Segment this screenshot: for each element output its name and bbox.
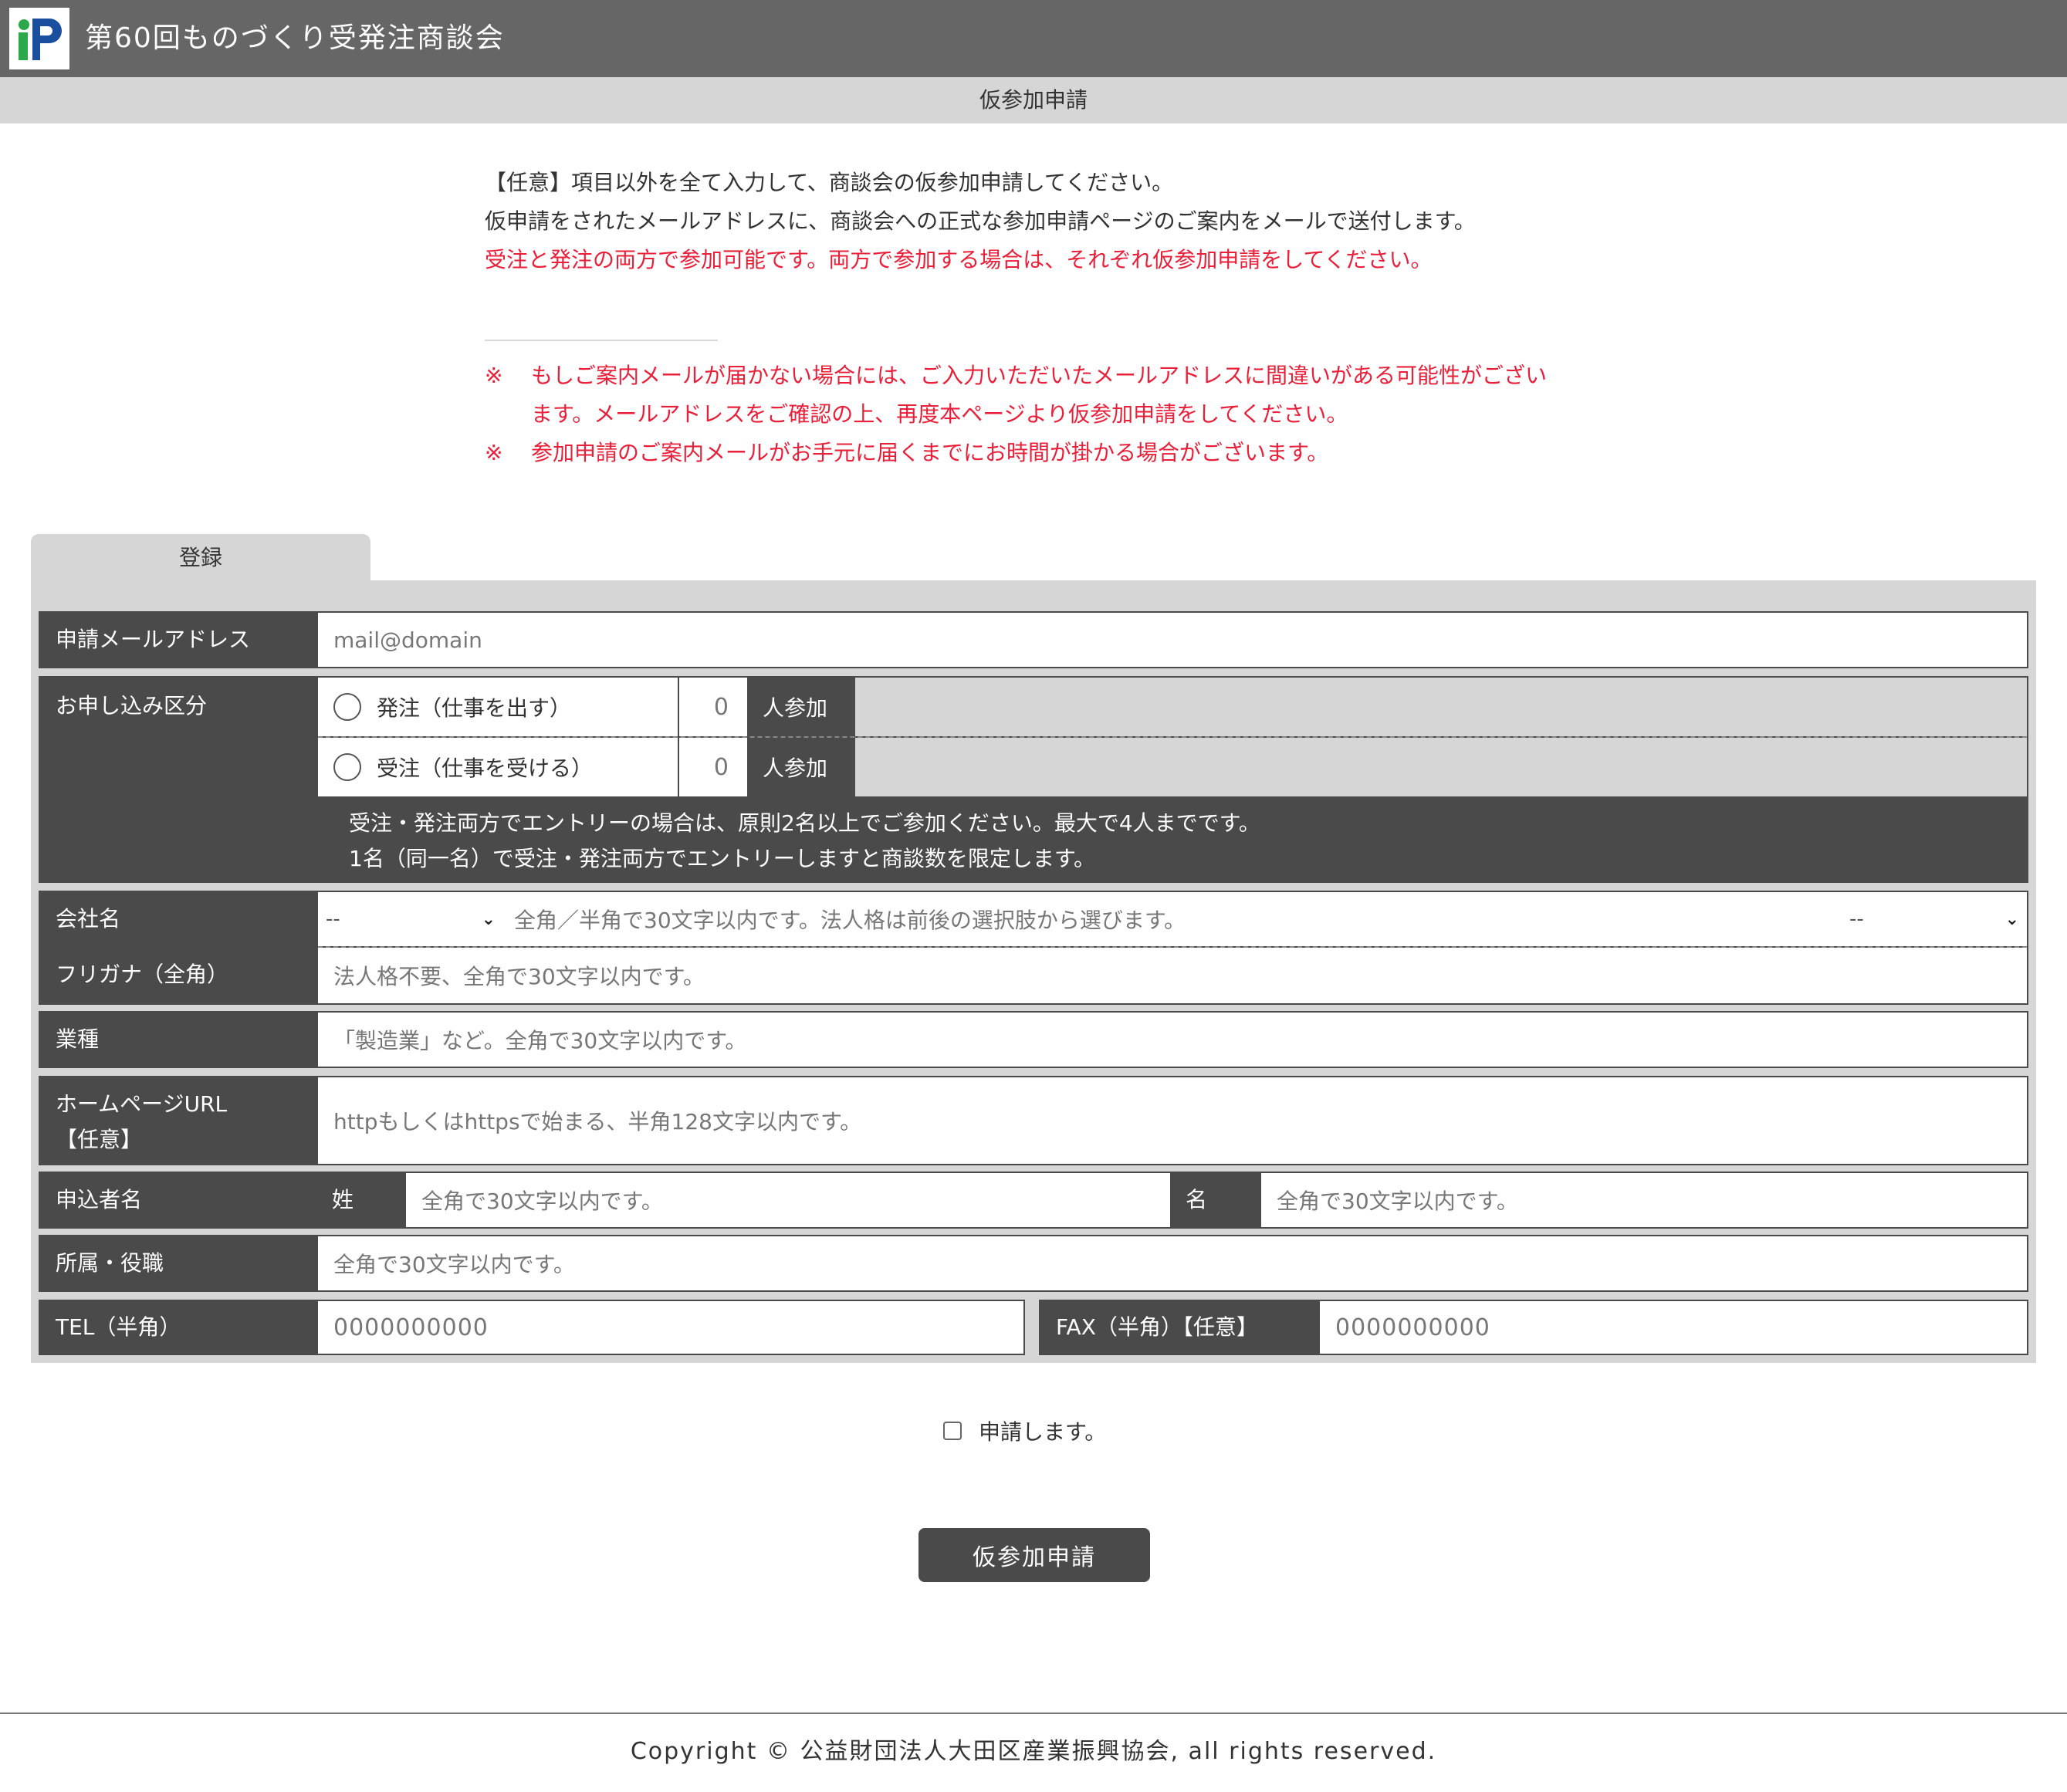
furigana-label: フリガナ（全角） (56, 962, 229, 987)
page-title-bar: 仮参加申請 (0, 77, 2067, 123)
chevron-down-icon: ⌄ (481, 909, 496, 929)
company-name-input[interactable]: 全角／半角で30文字以内です。法人格は前後の選択肢から選びます。 (514, 904, 1842, 935)
department-input[interactable]: 全角で30文字以内です。 (318, 1236, 2027, 1290)
tel-row: TEL（半角） 0000000000 (39, 1300, 1025, 1355)
note-1: ※ もしご案内メールが届かない場合には、ご入力いただいたメールアドレスに間違いが… (485, 357, 1596, 395)
department-row: 所属・役職 全角で30文字以内です。 (39, 1235, 2028, 1292)
note-1-line-2: ます。メールアドレスをご確認の上、再度本ページより仮参加申請をしてください。 (531, 401, 1348, 427)
homepage-input[interactable]: httpもしくはhttpsで始まる、半角128文字以内です。 (318, 1077, 2027, 1164)
page-title: 仮参加申請 (979, 87, 1088, 113)
industry-row: 業種 「製造業」など。全角で30文字以内です。 (39, 1011, 2028, 1068)
note-2-text: 参加申請のご案内メールがお手元に届くまでにお時間が掛かる場合がございます。 (531, 440, 1329, 465)
corp-prefix-select[interactable]: -- ⌄ (318, 894, 503, 945)
order-option-label: 発注（仕事を出す） (377, 695, 572, 721)
corp-suffix-select[interactable]: -- ⌄ (1842, 894, 2027, 945)
company-row: 会社名 フリガナ（全角） -- ⌄ 全角／半角で30文字以内です。法人格は前後の… (39, 891, 2028, 1005)
footer-divider (0, 1713, 2067, 1714)
last-name-input[interactable]: 全角で30文字以内です。 (406, 1173, 1170, 1227)
chevron-down-icon: ⌄ (2004, 909, 2019, 929)
footer-copyright: Copyright © 公益財団法人大田区産業振興協会, all rights … (630, 1738, 1437, 1765)
agree-line: 申請します。 (943, 1415, 1106, 1446)
order-count-suffix: 人参加 (747, 678, 855, 736)
homepage-label-line-2: 【任意】 (56, 1127, 143, 1152)
site-title: 第60回ものづくり受発注商談会 (85, 22, 505, 54)
department-label: 所属・役職 (56, 1250, 164, 1276)
homepage-label-line-1: ホームページURL (56, 1091, 228, 1117)
furigana-input[interactable]: 法人格不要、全角で30文字以内です。 (318, 948, 2027, 1003)
note-mark: ※ (485, 363, 503, 388)
corp-suffix-value: -- (1849, 908, 1864, 931)
homepage-label: ホームページURL 【任意】 (56, 1087, 227, 1158)
note-1-line-1: もしご案内メールが届かない場合には、ご入力いただいたメールアドレスに間違いがある… (531, 363, 1548, 388)
category-row: お申し込み区分 発注（仕事を出す） 0 人参加 受注（仕事を受ける） 0 人参加… (39, 676, 2028, 883)
tel-label: TEL（半角） (56, 1314, 181, 1340)
top-header: 第60回ものづくり受発注商談会 (0, 0, 2067, 77)
category-note-line-2: 1名（同一名）で受注・発注両方でエントリーしますと商談数を限定します。 (349, 846, 1096, 871)
agree-label[interactable]: 申請します。 (979, 1415, 1106, 1446)
receive-option[interactable]: 受注（仕事を受ける） (318, 738, 678, 796)
receive-radio[interactable] (333, 753, 361, 781)
receive-option-label: 受注（仕事を受ける） (377, 756, 594, 781)
applicant-label: 申込者名 (56, 1187, 143, 1212)
fax-label: FAX（半角）【任意】 (1056, 1314, 1258, 1340)
note-2: ※ 参加申請のご案内メールがお手元に届くまでにお時間が掛かる場合がございます。 (485, 434, 1596, 472)
intro-line-3: 受注と発注の両方で参加可能です。両方で参加する場合は、それぞれ仮参加申請をしてく… (485, 247, 1433, 272)
intro-line-2: 仮申請をされたメールアドレスに、商談会への正式な参加申請ページのご案内をメールで… (485, 208, 1476, 234)
corp-prefix-value: -- (326, 908, 340, 931)
note-1-continued: ます。メールアドレスをご確認の上、再度本ページより仮参加申請をしてください。 (485, 395, 1596, 434)
homepage-row: ホームページURL 【任意】 httpもしくはhttpsで始まる、半角128文字… (39, 1076, 2028, 1165)
intro-line-1: 【任意】項目以外を全て入力して、商談会の仮参加申請してください。 (485, 170, 1174, 195)
applicant-row: 申込者名 姓 全角で30文字以内です。 名 全角で30文字以内です。 (39, 1172, 2028, 1229)
agree-checkbox[interactable] (943, 1422, 962, 1440)
category-note: 受注・発注両方でエントリーの場合は、原則2名以上でご参加ください。最大で4人まで… (349, 806, 1260, 877)
email-row: 申請メールアドレス mail@domain (39, 611, 2028, 668)
submit-button[interactable]: 仮参加申請 (918, 1528, 1150, 1582)
intro-divider (485, 340, 718, 341)
receive-count-suffix: 人参加 (747, 738, 855, 796)
company-label: 会社名 (56, 906, 121, 932)
order-option[interactable]: 発注（仕事を出す） (318, 678, 678, 736)
first-name-label: 名 (1186, 1187, 1208, 1212)
ip-logo-icon[interactable] (9, 8, 69, 69)
order-radio[interactable] (333, 693, 361, 721)
note-mark: ※ (485, 440, 503, 465)
first-name-input[interactable]: 全角で30文字以内です。 (1261, 1173, 2027, 1227)
industry-input[interactable]: 「製造業」など。全角で30文字以内です。 (318, 1013, 2027, 1067)
receive-count-input[interactable]: 0 (679, 738, 747, 796)
category-note-line-1: 受注・発注両方でエントリーの場合は、原則2名以上でご参加ください。最大で4人まで… (349, 810, 1260, 836)
notes: ※ もしご案内メールが届かない場合には、ご入力いただいたメールアドレスに間違いが… (485, 357, 1596, 472)
industry-label: 業種 (56, 1026, 100, 1052)
fax-row: FAX（半角）【任意】 0000000000 (1039, 1300, 2028, 1355)
tel-input[interactable]: 0000000000 (318, 1301, 1023, 1354)
email-label: 申請メールアドレス (56, 627, 251, 652)
intro-text: 【任意】項目以外を全て入力して、商談会の仮参加申請してください。 仮申請をされた… (485, 164, 1596, 279)
category-label: お申し込み区分 (56, 693, 208, 718)
email-input[interactable]: mail@domain (318, 613, 2027, 667)
last-name-label: 姓 (332, 1187, 354, 1212)
fax-input[interactable]: 0000000000 (1320, 1301, 2027, 1354)
company-name-field: -- ⌄ 全角／半角で30文字以内です。法人格は前後の選択肢から選びます。 --… (318, 892, 2027, 946)
tab-register[interactable]: 登録 (31, 534, 370, 582)
order-count-input[interactable]: 0 (679, 678, 747, 736)
